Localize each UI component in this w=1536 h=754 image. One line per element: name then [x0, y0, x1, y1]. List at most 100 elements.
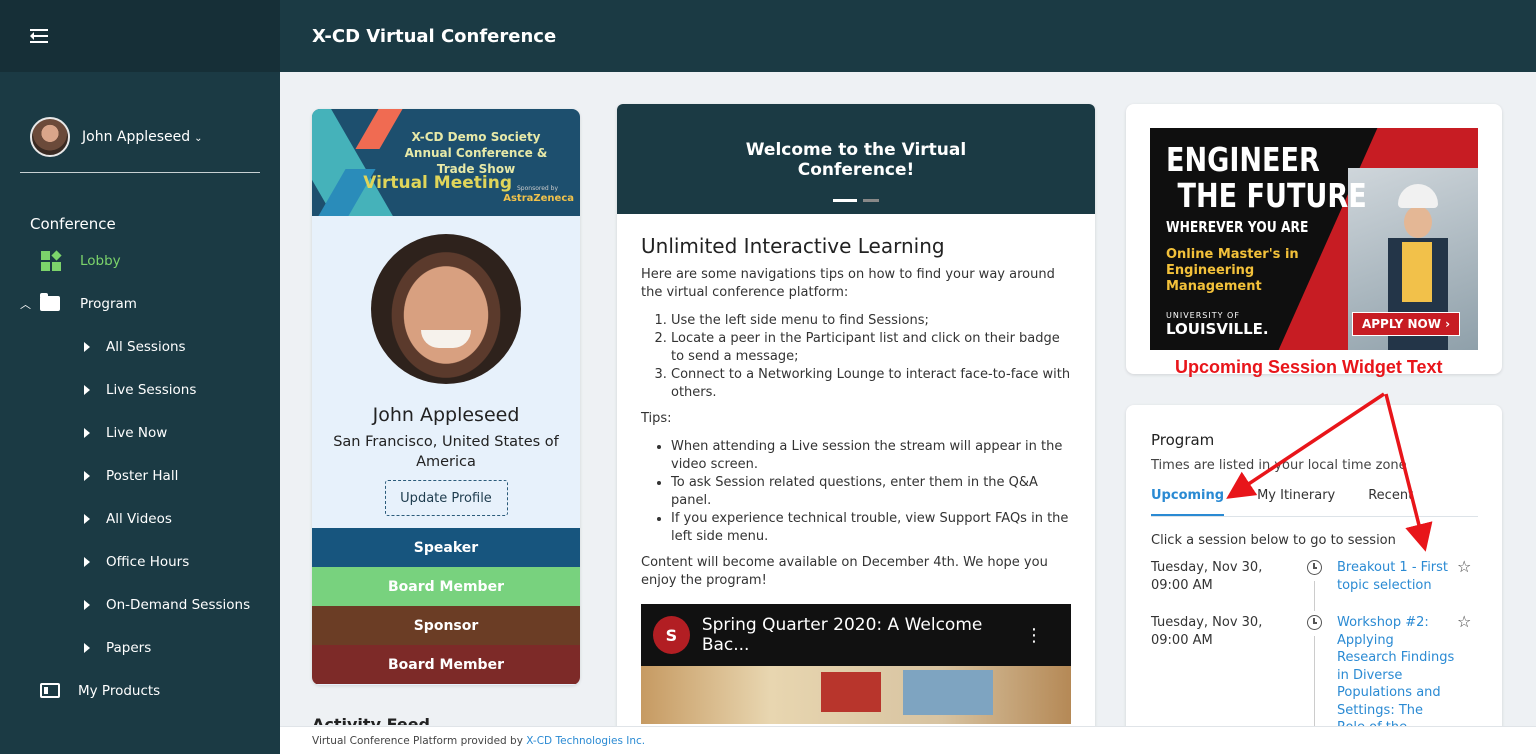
caret-right-icon	[84, 642, 90, 653]
sidebar-item-label: My Products	[78, 682, 161, 699]
role-badge: Speaker	[312, 528, 580, 567]
role-badge: Sponsor	[312, 606, 580, 645]
clock-icon	[1307, 560, 1322, 575]
tab-my-itinerary[interactable]: My Itinerary	[1257, 485, 1335, 516]
program-title: Program	[1151, 431, 1215, 449]
carousel-dot[interactable]	[863, 199, 879, 202]
sidebar-item-live-now[interactable]: Live Now	[0, 411, 280, 454]
sidebar-item-label: Poster Hall	[106, 467, 179, 484]
welcome-title: Welcome to the Virtual Conference!	[745, 140, 967, 180]
tab-recent[interactable]: Recent	[1368, 485, 1413, 516]
banner-sponsor-small: Sponsored by	[517, 185, 558, 192]
app-title: X-CD Virtual Conference	[312, 25, 557, 47]
ad-university: LOUISVILLE.	[1166, 320, 1269, 338]
sidebar-item-label: On-Demand Sessions	[106, 596, 251, 613]
sidebar-item-label: Live Now	[106, 424, 168, 441]
top-bar: X-CD Virtual Conference	[280, 0, 1536, 72]
step-item: Use the left side menu to find Sessions;	[671, 312, 1071, 330]
dashboard-icon	[40, 249, 62, 271]
sidebar-item-lobby[interactable]: Lobby	[0, 239, 280, 282]
ad-line1: ENGINEER	[1166, 140, 1320, 179]
role-badges: Speaker Board Member Sponsor Board Member	[312, 528, 580, 684]
banner-line3: Virtual Meeting	[363, 173, 512, 193]
welcome-closing: Content will become available on Decembe…	[641, 555, 1048, 588]
profile-avatar	[371, 234, 521, 384]
welcome-heading: Unlimited Interactive Learning	[641, 234, 945, 258]
apply-now-button[interactable]: APPLY NOW ›	[1352, 312, 1460, 336]
folder-icon	[40, 293, 60, 311]
section-label-conference: Conference	[30, 215, 116, 233]
carousel-dot-active[interactable]	[833, 199, 857, 202]
carousel-indicators[interactable]	[833, 199, 879, 202]
sidebar-item-label: Live Sessions	[106, 381, 197, 398]
welcome-carousel: Welcome to the Virtual Conference!	[617, 104, 1095, 214]
channel-logo-icon[interactable]: S	[653, 616, 690, 654]
sidebar-item-label: Papers	[106, 639, 152, 656]
star-icon[interactable]: ☆	[1457, 557, 1471, 576]
sidebar-item-label: Office Hours	[106, 553, 190, 570]
video-thumbnail	[641, 666, 1071, 724]
sidebar-item-label: Program	[80, 295, 137, 312]
welcome-intro: Here are some navigations tips on how to…	[641, 267, 1055, 300]
sidebar-item-all-sessions[interactable]: All Sessions	[0, 325, 280, 368]
ad-line2: THE FUTURE	[1177, 176, 1367, 215]
role-badge: Board Member	[312, 645, 580, 684]
update-profile-button[interactable]: Update Profile	[384, 480, 508, 516]
footer-text: Virtual Conference Platform provided by	[312, 735, 527, 747]
sidebar-item-live-sessions[interactable]: Live Sessions	[0, 368, 280, 411]
footer: Virtual Conference Platform provided by …	[280, 726, 1536, 754]
video-player[interactable]: S Spring Quarter 2020: A Welcome Bac... …	[641, 604, 1071, 724]
clock-icon	[1307, 615, 1322, 630]
ad-banner[interactable]: ENGINEER THE FUTURE WHEREVER YOU ARE Onl…	[1150, 128, 1478, 350]
user-name: John Appleseed	[82, 129, 191, 145]
banner-line1: X-CD Demo Society	[411, 130, 541, 144]
ad-card: ENGINEER THE FUTURE WHEREVER YOU ARE Onl…	[1126, 104, 1502, 374]
menu-toggle-icon[interactable]	[30, 28, 50, 44]
chevron-up-icon: ︿	[20, 297, 31, 311]
profile-name: John Appleseed	[372, 404, 520, 426]
tips-label: Tips:	[641, 411, 672, 426]
footer-link[interactable]: X-CD Technologies Inc.	[526, 735, 645, 747]
program-tabs: Upcoming My Itinerary Recent	[1151, 485, 1478, 517]
sidebar-item-label: All Sessions	[106, 338, 186, 355]
timezone-note: Times are listed in your local time zone	[1151, 458, 1407, 473]
sidebar-header	[0, 0, 280, 72]
tip-item: To ask Session related questions, enter …	[671, 474, 1071, 510]
sidebar-item-papers[interactable]: Papers	[0, 626, 280, 669]
tab-upcoming[interactable]: Upcoming	[1151, 485, 1225, 516]
avatar	[30, 117, 70, 157]
session-time: Tuesday, Nov 30, 09:00 AM	[1151, 615, 1263, 648]
timeline-line	[1314, 581, 1315, 611]
caret-right-icon	[84, 427, 90, 438]
sidebar-item-poster-hall[interactable]: Poster Hall	[0, 454, 280, 497]
sidebar-item-my-products[interactable]: My Products	[0, 669, 280, 712]
annotation-label: Upcoming Session Widget Text	[1175, 357, 1443, 377]
ad-university-small: UNIVERSITY OF	[1166, 311, 1240, 320]
products-icon	[40, 683, 60, 698]
activity-feed-heading: Activity Feed	[312, 715, 430, 725]
sidebar-item-label: All Videos	[106, 510, 172, 527]
welcome-card: Welcome to the Virtual Conference! Unlim…	[617, 104, 1095, 754]
video-title[interactable]: Spring Quarter 2020: A Welcome Bac...	[702, 615, 1025, 655]
caret-right-icon	[84, 556, 90, 567]
star-icon[interactable]: ☆	[1457, 612, 1471, 631]
step-item: Locate a peer in the Participant list an…	[671, 330, 1071, 366]
ad-line4: Online Master's in Engineering Managemen…	[1166, 247, 1299, 294]
society-banner: X-CD Demo Society Annual Conference & Tr…	[312, 109, 580, 216]
user-menu[interactable]: John Appleseed ⌄	[0, 72, 280, 172]
program-widget: Program Times are listed in your local t…	[1126, 405, 1502, 754]
chevron-down-icon: ⌄	[194, 133, 203, 144]
sidebar-item-all-videos[interactable]: All Videos	[0, 497, 280, 540]
step-item: Connect to a Networking Lounge to intera…	[671, 366, 1071, 402]
session-title-link[interactable]: Breakout 1 - First topic selection	[1337, 559, 1455, 594]
sidebar-item-on-demand-sessions[interactable]: On-Demand Sessions	[0, 583, 280, 626]
role-badge: Board Member	[312, 567, 580, 606]
sidebar-item-program[interactable]: ︿ Program	[0, 282, 280, 325]
more-vertical-icon[interactable]: ⋮	[1025, 625, 1043, 646]
tips-list: When attending a Live session the stream…	[641, 438, 1071, 546]
welcome-body: Unlimited Interactive Learning Here are …	[617, 214, 1095, 744]
sidebar-item-office-hours[interactable]: Office Hours	[0, 540, 280, 583]
caret-right-icon	[84, 384, 90, 395]
tip-item: If you experience technical trouble, vie…	[671, 510, 1071, 546]
sidebar: John Appleseed ⌄ Conference Lobby ︿ Progr…	[0, 0, 280, 754]
